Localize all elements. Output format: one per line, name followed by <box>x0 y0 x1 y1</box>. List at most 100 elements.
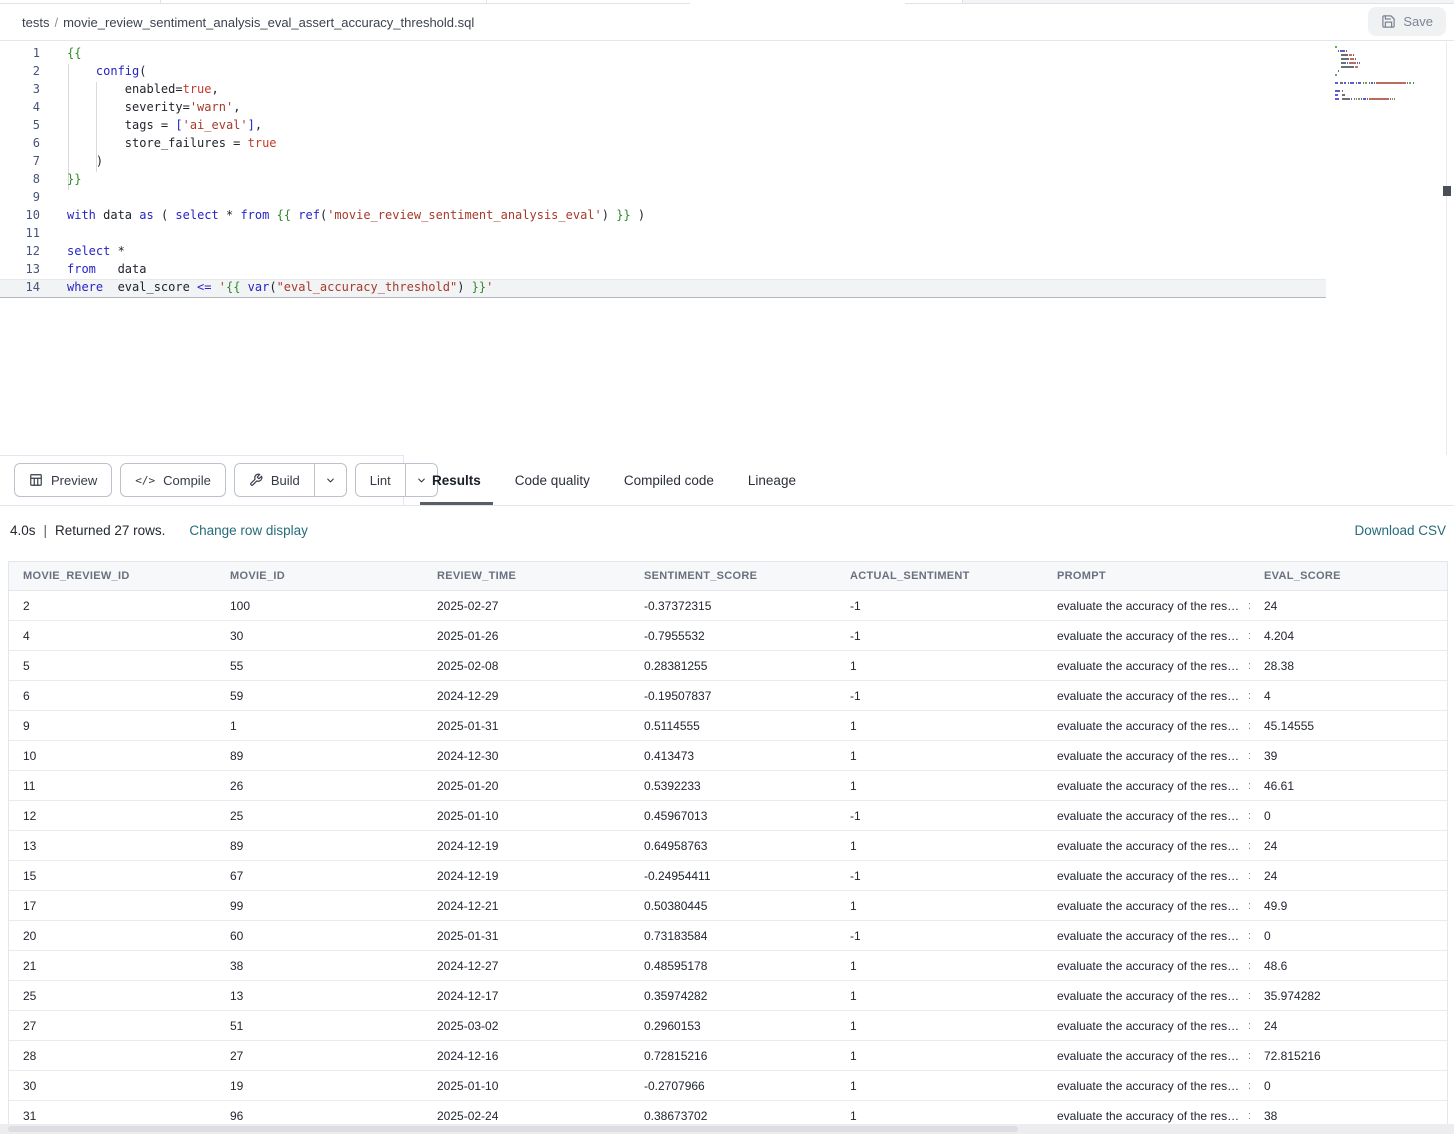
column-header-actual_sentiment[interactable]: ACTUAL_SENTIMENT <box>836 570 1043 582</box>
cell-prompt: evaluate the accuracy of the res… <box>1043 719 1250 733</box>
table-row: 912025-01-310.51145551evaluate the accur… <box>9 711 1447 741</box>
cell-eval_score: 4.204 <box>1250 629 1447 643</box>
code-line[interactable]: }} <box>67 170 645 188</box>
column-header-movie_review_id[interactable]: MOVIE_REVIEW_ID <box>9 570 216 582</box>
cell-review_time: 2024-12-19 <box>423 839 630 853</box>
line-number: 2 <box>0 62 40 80</box>
column-header-prompt[interactable]: PROMPT <box>1043 570 1250 582</box>
cell-movie_review_id: 6 <box>9 689 216 703</box>
preview-button: Preview <box>14 463 112 497</box>
column-header-review_time[interactable]: REVIEW_TIME <box>423 570 630 582</box>
cell-movie_review_id: 31 <box>9 1109 216 1123</box>
top-tab-strip <box>0 0 1454 4</box>
cell-review_time: 2025-02-08 <box>423 659 630 673</box>
cell-sentiment_score: -0.19507837 <box>630 689 836 703</box>
minimap-line <box>1335 62 1425 65</box>
preview-button-main[interactable]: Preview <box>15 464 111 496</box>
cell-actual_sentiment: -1 <box>836 629 1043 643</box>
code-line[interactable]: with data as ( select * from {{ ref('mov… <box>67 206 645 224</box>
line-number: 9 <box>0 188 40 206</box>
cell-actual_sentiment: 1 <box>836 659 1043 673</box>
cell-sentiment_score: 0.28381255 <box>630 659 836 673</box>
cell-eval_score: 28.38 <box>1250 659 1447 673</box>
cell-sentiment_score: -0.24954411 <box>630 869 836 883</box>
code-line[interactable]: {{ <box>67 44 645 62</box>
tab-results[interactable]: Results <box>420 455 493 505</box>
cell-actual_sentiment: 1 <box>836 1109 1043 1123</box>
build-button-main[interactable]: Build <box>235 464 314 496</box>
tab-compiled-code[interactable]: Compiled code <box>612 455 726 505</box>
editor-scrollbar-thumb[interactable] <box>1443 186 1451 196</box>
cell-review_time: 2024-12-27 <box>423 959 630 973</box>
minimap-line <box>1335 46 1425 49</box>
breadcrumb-file: movie_review_sentiment_analysis_eval_ass… <box>63 15 474 30</box>
prompt-text: evaluate the accuracy of the res… <box>1057 809 1239 823</box>
cell-movie_id: 51 <box>216 1019 423 1033</box>
action-buttons: Preview </>Compile Build Lint <box>14 463 438 497</box>
code-line[interactable]: where eval_score <= '{{ var("eval_accura… <box>67 278 645 296</box>
cell-prompt: evaluate the accuracy of the res… <box>1043 779 1250 793</box>
prompt-text: evaluate the accuracy of the res… <box>1057 869 1239 883</box>
cell-movie_review_id: 13 <box>9 839 216 853</box>
compile-button-main[interactable]: </>Compile <box>121 464 225 496</box>
code-line[interactable]: from data <box>67 260 645 278</box>
build-dropdown-button[interactable] <box>314 464 346 496</box>
code-line[interactable]: severity='warn', <box>67 98 645 116</box>
cell-sentiment_score: 0.38673702 <box>630 1109 836 1123</box>
line-number-gutter: 1234567891011121314 <box>0 44 40 296</box>
cell-prompt: evaluate the accuracy of the res… <box>1043 1109 1250 1123</box>
lint-button-main[interactable]: Lint <box>356 464 405 496</box>
cell-review_time: 2024-12-19 <box>423 869 630 883</box>
code-line[interactable]: tags = ['ai_eval'], <box>67 116 645 134</box>
cell-sentiment_score: 0.64958763 <box>630 839 836 853</box>
cell-movie_id: 13 <box>216 989 423 1003</box>
save-button[interactable]: Save <box>1368 7 1446 36</box>
cell-prompt: evaluate the accuracy of the res… <box>1043 629 1250 643</box>
cell-movie_id: 100 <box>216 599 423 613</box>
prompt-text: evaluate the accuracy of the res… <box>1057 959 1239 973</box>
tab-code-quality[interactable]: Code quality <box>503 455 602 505</box>
change-row-display-link[interactable]: Change row display <box>189 523 308 538</box>
table-row: 30192025-01-10-0.27079661evaluate the ac… <box>9 1071 1447 1101</box>
prompt-text: evaluate the accuracy of the res… <box>1057 719 1239 733</box>
cell-actual_sentiment: -1 <box>836 809 1043 823</box>
horizontal-scrollbar-thumb[interactable] <box>8 1126 1018 1132</box>
cell-review_time: 2025-02-27 <box>423 599 630 613</box>
cell-prompt: evaluate the accuracy of the res… <box>1043 989 1250 1003</box>
code-line[interactable]: config( <box>67 62 645 80</box>
cell-sentiment_score: 0.72815216 <box>630 1049 836 1063</box>
tab-lineage[interactable]: Lineage <box>736 455 808 505</box>
column-header-eval_score[interactable]: EVAL_SCORE <box>1250 570 1447 582</box>
table-row: 15672024-12-19-0.24954411-1evaluate the … <box>9 861 1447 891</box>
minimap-line <box>1335 70 1425 73</box>
line-number: 11 <box>0 224 40 242</box>
cell-movie_review_id: 9 <box>9 719 216 733</box>
table-row: 27512025-03-020.29601531evaluate the acc… <box>9 1011 1447 1041</box>
minimap-line <box>1335 98 1425 101</box>
cell-actual_sentiment: 1 <box>836 1049 1043 1063</box>
code-lines[interactable]: {{ config( enabled=true, severity='warn'… <box>67 44 645 296</box>
cell-eval_score: 45.14555 <box>1250 719 1447 733</box>
code-editor[interactable]: 1234567891011121314 {{ config( enabled=t… <box>0 42 1454 455</box>
horizontal-scrollbar-track[interactable] <box>0 1124 1454 1134</box>
download-csv-link[interactable]: Download CSV <box>1354 523 1446 538</box>
column-header-sentiment_score[interactable]: SENTIMENT_SCORE <box>630 570 836 582</box>
query-duration: 4.0s <box>10 523 36 538</box>
cell-sentiment_score: 0.35974282 <box>630 989 836 1003</box>
column-header-movie_id[interactable]: MOVIE_ID <box>216 570 423 582</box>
rows-returned-text: Returned 27 rows. <box>55 523 165 538</box>
code-line[interactable]: select * <box>67 242 645 260</box>
code-line[interactable]: ) <box>67 152 645 170</box>
status-separator: | <box>44 523 48 538</box>
breadcrumb-root[interactable]: tests <box>22 15 49 30</box>
code-line[interactable]: store_failures = true <box>67 134 645 152</box>
prompt-text: evaluate the accuracy of the res… <box>1057 899 1239 913</box>
cell-movie_id: 19 <box>216 1079 423 1093</box>
cell-review_time: 2025-01-31 <box>423 929 630 943</box>
cell-sentiment_score: -0.37372315 <box>630 599 836 613</box>
code-line[interactable] <box>67 224 645 242</box>
editor-minimap[interactable] <box>1335 46 1425 102</box>
cell-eval_score: 48.6 <box>1250 959 1447 973</box>
code-line[interactable]: enabled=true, <box>67 80 645 98</box>
code-line[interactable] <box>67 188 645 206</box>
